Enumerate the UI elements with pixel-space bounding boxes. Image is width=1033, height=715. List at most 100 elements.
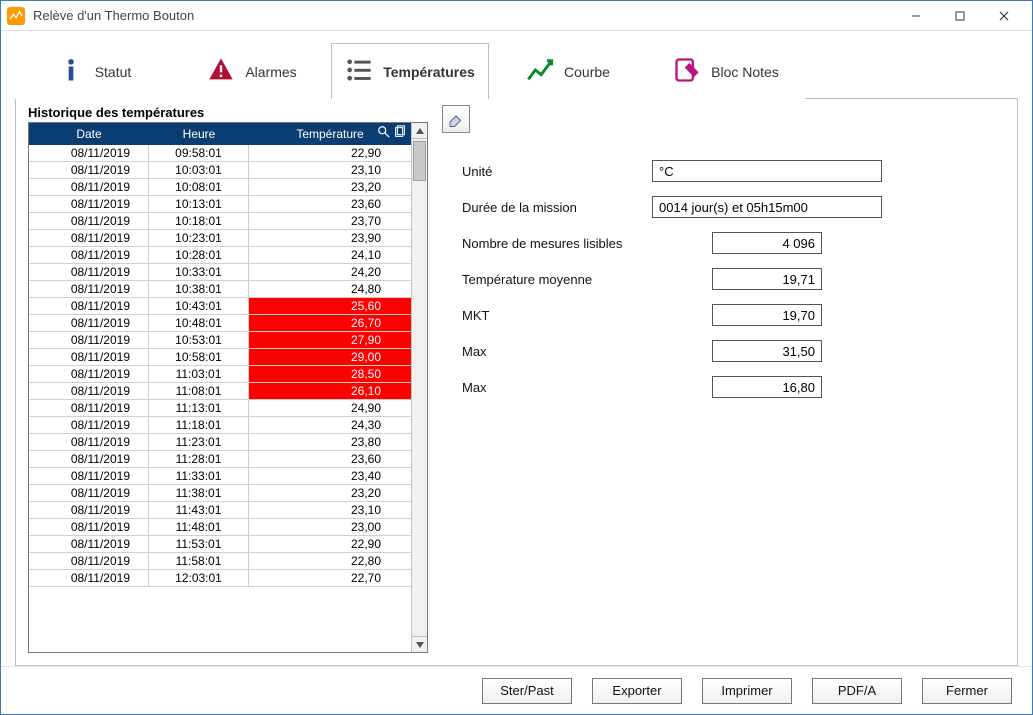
cell-temp: 26,10 xyxy=(249,383,411,399)
minimize-button[interactable] xyxy=(894,2,938,30)
min-value: 16,80 xyxy=(712,376,822,398)
scroll-up-icon[interactable] xyxy=(412,123,427,139)
eraser-button[interactable] xyxy=(442,105,470,133)
cell-date: 08/11/2019 xyxy=(29,332,149,348)
ster-past-button[interactable]: Ster/Past xyxy=(482,678,572,704)
tab-label: Statut xyxy=(95,64,132,80)
count-label: Nombre de mesures lisibles xyxy=(462,236,712,251)
cell-date: 08/11/2019 xyxy=(29,502,149,518)
table-row[interactable]: 08/11/201911:53:0122,90 xyxy=(29,536,411,553)
maximize-button[interactable] xyxy=(938,2,982,30)
temperature-grid: Date Heure Température xyxy=(28,122,428,653)
table-row[interactable]: 08/11/201910:58:0129,00 xyxy=(29,349,411,366)
cell-date: 08/11/2019 xyxy=(29,230,149,246)
table-row[interactable]: 08/11/201910:53:0127,90 xyxy=(29,332,411,349)
cell-date: 08/11/2019 xyxy=(29,264,149,280)
table-row[interactable]: 08/11/201911:08:0126,10 xyxy=(29,383,411,400)
vertical-scrollbar[interactable] xyxy=(411,123,427,652)
cell-temp: 24,80 xyxy=(249,281,411,297)
table-row[interactable]: 08/11/201911:48:0123,00 xyxy=(29,519,411,536)
cell-time: 10:28:01 xyxy=(149,247,249,263)
cell-date: 08/11/2019 xyxy=(29,213,149,229)
table-row[interactable]: 08/11/201912:03:0122,70 xyxy=(29,570,411,587)
table-row[interactable]: 08/11/201909:58:0122,90 xyxy=(29,145,411,162)
cell-date: 08/11/2019 xyxy=(29,349,149,365)
cell-date: 08/11/2019 xyxy=(29,281,149,297)
tab-temperatures[interactable]: Températures xyxy=(331,43,489,99)
cell-time: 11:18:01 xyxy=(149,417,249,433)
grid-body[interactable]: 08/11/201909:58:0122,9008/11/201910:03:0… xyxy=(29,145,411,652)
notes-icon xyxy=(673,56,701,87)
table-row[interactable]: 08/11/201910:08:0123,20 xyxy=(29,179,411,196)
search-icon[interactable] xyxy=(377,125,391,142)
table-row[interactable]: 08/11/201910:13:0123,60 xyxy=(29,196,411,213)
print-button[interactable]: Imprimer xyxy=(702,678,792,704)
avg-value: 19,71 xyxy=(712,268,822,290)
table-row[interactable]: 08/11/201911:23:0123,80 xyxy=(29,434,411,451)
min-label: Max xyxy=(462,380,652,395)
tab-blocnotes[interactable]: Bloc Notes xyxy=(647,43,805,99)
cell-temp: 22,80 xyxy=(249,553,411,569)
tab-courbe[interactable]: Courbe xyxy=(489,43,647,99)
duration-label: Durée de la mission xyxy=(462,200,652,215)
warning-icon xyxy=(207,56,235,87)
cell-date: 08/11/2019 xyxy=(29,247,149,263)
cell-time: 11:48:01 xyxy=(149,519,249,535)
cell-date: 08/11/2019 xyxy=(29,434,149,450)
cell-time: 10:48:01 xyxy=(149,315,249,331)
cell-time: 10:18:01 xyxy=(149,213,249,229)
cell-time: 11:13:01 xyxy=(149,400,249,416)
cell-date: 08/11/2019 xyxy=(29,553,149,569)
table-row[interactable]: 08/11/201910:38:0124,80 xyxy=(29,281,411,298)
avg-label: Température moyenne xyxy=(462,272,652,287)
cell-date: 08/11/2019 xyxy=(29,162,149,178)
export-button[interactable]: Exporter xyxy=(592,678,682,704)
cell-temp: 29,00 xyxy=(249,349,411,365)
cell-time: 12:03:01 xyxy=(149,570,249,586)
scroll-down-icon[interactable] xyxy=(412,636,427,652)
table-row[interactable]: 08/11/201910:43:0125,60 xyxy=(29,298,411,315)
close-button[interactable] xyxy=(982,2,1026,30)
right-column: Unité °C Durée de la mission 0014 jour(s… xyxy=(442,105,1005,653)
tab-alarmes[interactable]: Alarmes xyxy=(173,43,331,99)
cell-temp: 23,60 xyxy=(249,196,411,212)
cell-temp: 23,20 xyxy=(249,179,411,195)
scroll-thumb[interactable] xyxy=(413,141,426,181)
table-row[interactable]: 08/11/201911:13:0124,90 xyxy=(29,400,411,417)
tab-label: Températures xyxy=(383,64,475,80)
unit-label: Unité xyxy=(462,164,652,179)
col-date[interactable]: Date xyxy=(29,125,149,143)
table-row[interactable]: 08/11/201911:03:0128,50 xyxy=(29,366,411,383)
table-row[interactable]: 08/11/201910:48:0126,70 xyxy=(29,315,411,332)
left-column: Historique des températures Date Heure T… xyxy=(28,105,428,653)
max-value: 31,50 xyxy=(712,340,822,362)
table-row[interactable]: 08/11/201910:03:0123,10 xyxy=(29,162,411,179)
table-row[interactable]: 08/11/201911:38:0123,20 xyxy=(29,485,411,502)
copy-icon[interactable] xyxy=(393,125,407,142)
cell-temp: 22,90 xyxy=(249,536,411,552)
close-dialog-button[interactable]: Fermer xyxy=(922,678,1012,704)
cell-date: 08/11/2019 xyxy=(29,519,149,535)
table-row[interactable]: 08/11/201911:58:0122,80 xyxy=(29,553,411,570)
cell-date: 08/11/2019 xyxy=(29,366,149,382)
cell-time: 10:13:01 xyxy=(149,196,249,212)
content-area: Statut Alarmes Températures xyxy=(1,31,1032,666)
table-row[interactable]: 08/11/201911:18:0124,30 xyxy=(29,417,411,434)
table-row[interactable]: 08/11/201911:43:0123,10 xyxy=(29,502,411,519)
table-row[interactable]: 08/11/201911:33:0123,40 xyxy=(29,468,411,485)
table-row[interactable]: 08/11/201911:28:0123,60 xyxy=(29,451,411,468)
tab-statut[interactable]: Statut xyxy=(15,43,173,99)
table-row[interactable]: 08/11/201910:28:0124,10 xyxy=(29,247,411,264)
cell-time: 10:38:01 xyxy=(149,281,249,297)
cell-date: 08/11/2019 xyxy=(29,196,149,212)
table-row[interactable]: 08/11/201910:33:0124,20 xyxy=(29,264,411,281)
cell-time: 11:43:01 xyxy=(149,502,249,518)
pdf-button[interactable]: PDF/A xyxy=(812,678,902,704)
cell-temp: 28,50 xyxy=(249,366,411,382)
table-row[interactable]: 08/11/201910:18:0123,70 xyxy=(29,213,411,230)
table-row[interactable]: 08/11/201910:23:0123,90 xyxy=(29,230,411,247)
col-heure[interactable]: Heure xyxy=(149,125,249,143)
grid-tools xyxy=(377,125,407,142)
cell-temp: 23,20 xyxy=(249,485,411,501)
app-window: Relève d'un Thermo Bouton Statut Alarmes xyxy=(0,0,1033,715)
